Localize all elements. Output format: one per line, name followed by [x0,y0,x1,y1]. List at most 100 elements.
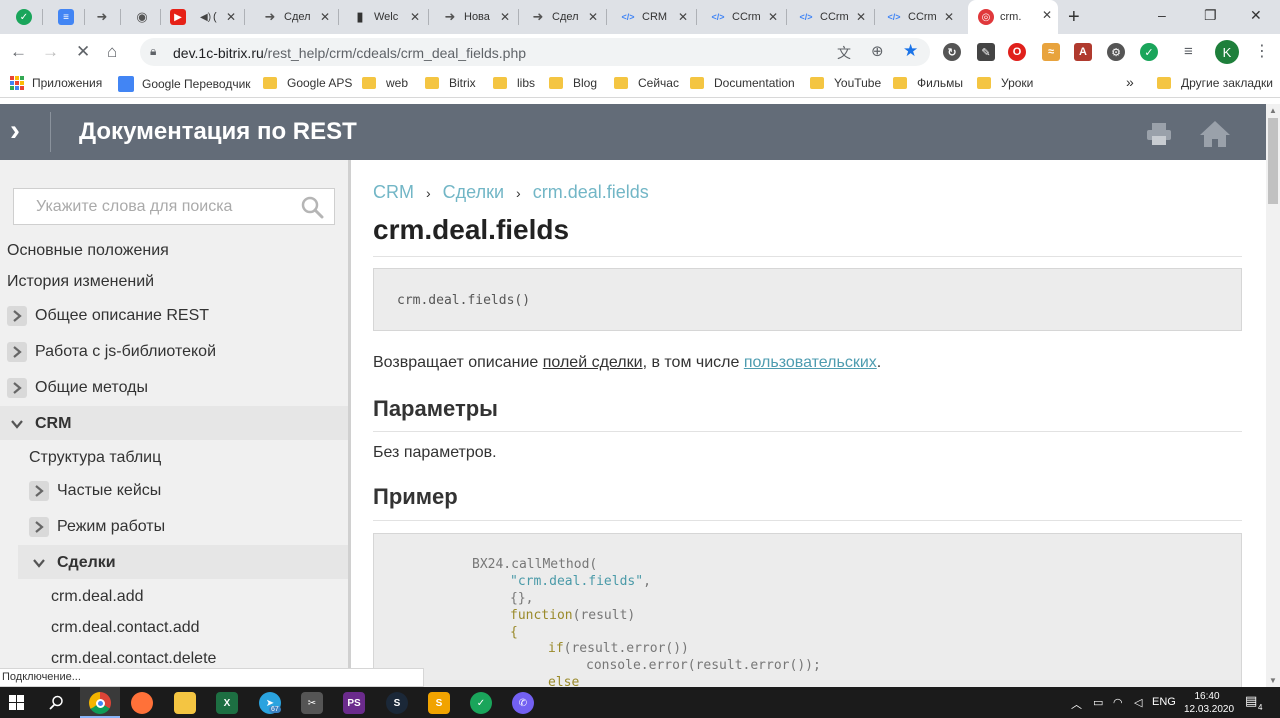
sidebar-nav-item[interactable]: Режим работы [57,518,165,536]
home-icon[interactable] [1199,120,1231,148]
browser-tab[interactable]: ≡ [48,2,82,32]
bookmark-item[interactable]: Google Переводчик [118,76,251,92]
tab-close-icon[interactable]: ✕ [410,10,420,24]
chrome-icon[interactable] [89,692,111,714]
phpstorm-icon[interactable]: PS [343,692,365,714]
extension-eyedropper-icon[interactable]: ✎ [977,43,995,61]
minimize-button[interactable]: – [1158,7,1166,23]
extension-feed-icon[interactable]: ≈ [1042,43,1060,61]
home-button-icon[interactable]: ⌂ [107,42,117,62]
address-bar[interactable]: 🔒︎ dev.1c-bitrix.ru/rest_help/crm/cdeals… [140,38,930,66]
browser-tab[interactable]: ▶ ◀)(✕ [160,2,242,32]
search-icon[interactable] [300,195,324,219]
wifi-icon[interactable]: ◠ [1113,696,1123,709]
viber-icon[interactable]: ✆ [512,692,534,714]
snipping-tool-icon[interactable]: ✂ [301,692,323,714]
tab-close-icon[interactable]: ✕ [678,10,688,24]
sidebar-nav-item[interactable]: Сделки [57,554,116,572]
sidebar-nav-item[interactable]: Структура таблиц [29,449,161,467]
chevron-right-icon[interactable] [7,306,27,326]
search-icon[interactable] [49,695,64,710]
speaker-icon[interactable]: ◀) [200,12,211,23]
browser-tab[interactable]: ➜ [84,2,118,32]
bookmark-star-icon[interactable]: ★ [903,41,918,61]
tab-close-icon[interactable]: ✕ [768,10,778,24]
back-icon[interactable]: ← [10,42,27,62]
profile-avatar[interactable]: K [1215,40,1239,64]
bookmark-item[interactable]: web [362,76,408,90]
tab-close-icon[interactable]: ✕ [500,10,510,24]
chevron-right-icon[interactable] [7,342,27,362]
bookmark-item[interactable]: Documentation [690,76,795,90]
tab-close-icon[interactable]: ✕ [320,10,330,24]
extension-bitrix-icon[interactable]: ✓ [1140,43,1158,61]
search-input[interactable] [14,189,294,224]
breadcrumb-deals[interactable]: Сделки [443,182,504,202]
tray-expand-icon[interactable]: ︿ [1071,696,1082,712]
breadcrumb-crm[interactable]: CRM [373,182,414,202]
bitrix24-app-icon[interactable]: ✓ [470,692,492,714]
new-tab-button[interactable]: + [1068,6,1080,29]
bookmark-item[interactable]: Bitrix [425,76,476,90]
bookmark-item[interactable]: Фильмы [893,76,963,90]
language-indicator[interactable]: ENG [1152,696,1176,708]
firefox-icon[interactable] [131,692,153,714]
browser-tab[interactable]: </> CCrm ✕ [700,2,784,32]
zoom-icon[interactable]: ⊕ [871,42,884,62]
breadcrumb-current[interactable]: crm.deal.fields [533,182,649,202]
restore-button[interactable]: ❐ [1204,7,1217,24]
bookmark-item[interactable]: YouTube [810,76,881,90]
deal-fields-link[interactable]: полей сделки [543,354,643,371]
tab-close-icon[interactable]: ✕ [226,10,236,24]
bookmark-item[interactable]: Google APS [263,76,352,90]
sidebar-nav-item[interactable]: crm.deal.contact.add [51,619,200,637]
bookmark-item[interactable]: Приложения [10,76,102,90]
chevron-right-icon[interactable] [29,481,49,501]
bookmark-item[interactable]: libs [493,76,535,90]
volume-icon[interactable]: ◁ [1134,696,1142,709]
tab-close-icon[interactable]: ✕ [588,10,598,24]
browser-tab[interactable]: ➜ Сдел ✕ [520,2,604,32]
extension-sync-icon[interactable]: ↻ [943,43,961,61]
sidebar-nav-item[interactable]: crm.deal.contact.delete [51,650,216,668]
sidebar-nav-item[interactable]: crm.deal.add [51,588,144,606]
stop-loading-icon[interactable]: ✕ [76,42,90,62]
sublime-icon[interactable]: S [428,692,450,714]
clock[interactable]: 16:40 12.03.2020 [1184,690,1234,716]
steam-icon[interactable]: S [386,692,408,714]
windows-start-icon[interactable] [9,695,24,710]
tab-close-icon[interactable]: ✕ [944,10,954,24]
vertical-scrollbar[interactable]: ▲ ▼ [1266,104,1280,687]
browser-tab[interactable]: ➜ Нова ✕ [432,2,516,32]
chevron-down-icon[interactable] [29,553,49,573]
file-explorer-icon[interactable] [174,692,196,714]
scrollbar-thumb[interactable] [1268,118,1278,204]
sidebar-nav-item[interactable]: CRM [35,415,71,433]
browser-tab[interactable]: ◎ crm. ✕ [968,0,1058,34]
bookmark-item[interactable]: Уроки [977,76,1033,90]
chevron-down-icon[interactable] [7,414,27,434]
sidebar-nav-item[interactable]: Общее описание REST [35,307,209,325]
browser-tab[interactable]: ▮ Welc ✕ [342,2,426,32]
extension-adblock-icon[interactable]: O [1008,43,1026,61]
forward-icon[interactable]: → [42,42,59,62]
scroll-down-icon[interactable]: ▼ [1269,676,1277,685]
sidebar-nav-item[interactable]: Основные положения [7,242,169,260]
notifications-icon[interactable]: ▤ [1245,693,1257,709]
translate-page-icon[interactable]: 文 [837,43,851,63]
media-controls-icon[interactable]: ≡ [1184,42,1193,62]
browser-tab[interactable]: ➜ Сдел ✕ [252,2,336,32]
print-icon[interactable] [1146,122,1172,146]
custom-fields-link[interactable]: пользовательских [744,354,877,371]
chevron-right-icon[interactable] [7,378,27,398]
chevron-right-icon[interactable] [29,517,49,537]
bookmark-item[interactable]: Сейчас [614,76,679,90]
extension-pdf-icon[interactable]: A [1074,43,1092,61]
battery-icon[interactable]: ▭ [1093,696,1103,709]
bookmark-item[interactable]: Blog [549,76,597,90]
browser-tab[interactable]: ✓ [6,2,40,32]
scroll-up-icon[interactable]: ▲ [1269,106,1277,115]
tab-close-icon[interactable]: ✕ [1042,8,1052,22]
tab-close-icon[interactable]: ✕ [856,10,866,24]
browser-tab[interactable]: </> CCrm ✕ [788,2,872,32]
